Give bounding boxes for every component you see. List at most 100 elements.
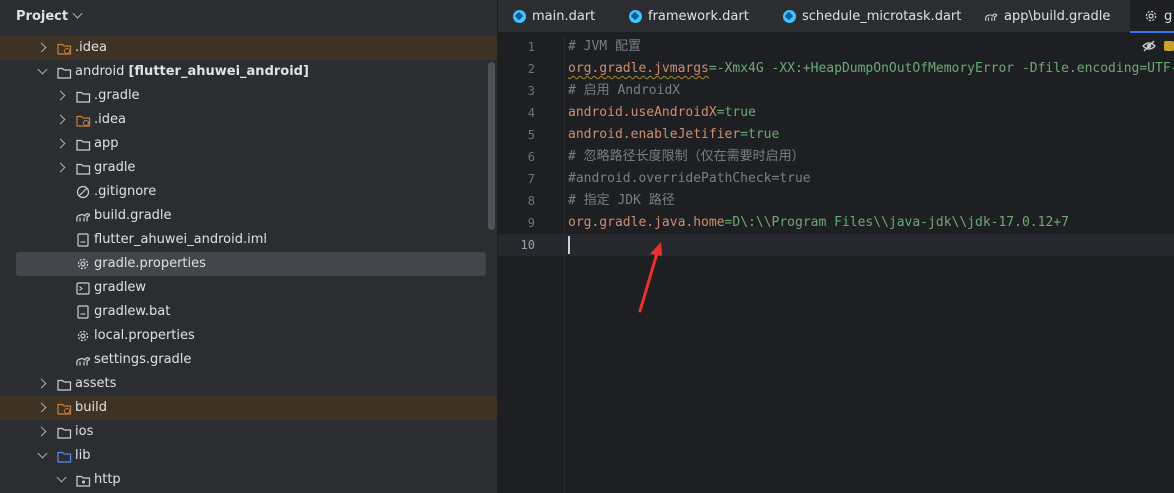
code-line[interactable]: # JVM 配置 <box>568 36 1174 58</box>
project-header[interactable]: Project <box>0 0 497 33</box>
code-comment: # 忽略路径长度限制（仅在需要时启用） <box>568 149 805 164</box>
tree-item[interactable]: ios <box>0 420 497 444</box>
chevron-right-icon[interactable] <box>57 163 67 173</box>
property-key: android.useAndroidX <box>568 105 717 120</box>
tree-item[interactable]: local.properties <box>0 324 497 348</box>
chevron-right-icon[interactable] <box>57 139 67 149</box>
property-value: =-Xmx4G -XX:+HeapDumpOnOutOfMemoryError … <box>708 61 1174 76</box>
tree-item[interactable]: .gitignore <box>0 180 497 204</box>
terminal-script-icon <box>75 280 91 296</box>
chevron-right-icon[interactable] <box>38 43 48 53</box>
tree-item-label: .gitignore <box>94 184 157 199</box>
project-title[interactable]: Project <box>16 9 68 24</box>
folder-icon <box>56 424 72 440</box>
tree-item[interactable]: .idea <box>0 36 497 60</box>
editor-tab[interactable]: schedule_microtask.dart <box>768 0 970 32</box>
chevron-down-icon[interactable] <box>57 475 67 485</box>
project-tree-scrollbar[interactable] <box>488 62 495 230</box>
chevron-down-icon[interactable] <box>38 451 48 461</box>
code-line[interactable]: # 指定 JDK 路径 <box>568 190 1174 212</box>
line-number: 8 <box>527 194 535 208</box>
tree-item-label: ios <box>75 424 94 439</box>
tree-item[interactable]: lib <box>0 444 497 468</box>
chevron-right-icon[interactable] <box>38 403 48 413</box>
gradle-elephant-icon <box>984 9 998 23</box>
code-line[interactable]: android.useAndroidX=true <box>568 102 1174 124</box>
code-line[interactable]: # 忽略路径长度限制（仅在需要时启用） <box>568 146 1174 168</box>
property-key: org.gradle.jvmargs <box>568 61 709 76</box>
editor-tab-bar: main.dart framework.dart schedule_microtas… <box>498 0 1174 33</box>
code-line[interactable]: # 启用 AndroidX <box>568 80 1174 102</box>
tree-item[interactable]: gradle.properties <box>0 252 497 276</box>
tree-item[interactable]: .gradle <box>0 84 497 108</box>
tree-item-label: gradle.properties <box>94 256 206 271</box>
tree-item[interactable]: flutter_ahuwei_android.iml <box>0 228 497 252</box>
editor-area: main.dart framework.dart schedule_microtas… <box>498 0 1174 493</box>
dart-icon <box>782 9 796 23</box>
chevron-down-icon[interactable] <box>72 8 83 19</box>
editor-tab[interactable]: main.dart <box>498 0 614 32</box>
tree-item-label: gradle <box>94 160 136 175</box>
code-comment: # 指定 JDK 路径 <box>568 193 675 208</box>
tree-item[interactable]: assets <box>0 372 497 396</box>
code-line[interactable]: org.gradle.jvmargs=-Xmx4G -XX:+HeapDumpO… <box>568 58 1174 80</box>
tree-item[interactable]: gradlew <box>0 276 497 300</box>
tree-item[interactable]: gradle <box>0 156 497 180</box>
tree-item[interactable]: gradlew.bat <box>0 300 497 324</box>
property-value: =true <box>740 127 780 142</box>
tree-item[interactable]: http <box>0 468 497 492</box>
line-number: 9 <box>527 216 535 230</box>
property-key: org.gradle.java.home <box>568 215 725 230</box>
inspection-widget[interactable] <box>1142 40 1174 56</box>
gradle-elephant-icon <box>75 208 91 224</box>
iml-file-icon <box>75 232 91 248</box>
line-number: 5 <box>527 128 535 142</box>
editor-tab-label: schedule_microtask.dart <box>802 8 962 24</box>
line-number: 2 <box>527 62 535 76</box>
code-comment: # JVM 配置 <box>568 39 641 54</box>
gutter-separator <box>564 36 565 493</box>
editor-tab[interactable]: framework.dart <box>614 0 768 32</box>
tree-item-label: build <box>75 400 107 415</box>
gitignore-icon <box>75 184 91 200</box>
tree-item-label: gradlew <box>94 280 147 295</box>
line-number: 7 <box>527 172 535 186</box>
chevron-right-icon[interactable] <box>38 427 48 437</box>
tree-item[interactable]: .idea <box>0 108 497 132</box>
tree-item[interactable]: android [flutter_ahuwei_android] <box>0 60 497 84</box>
tree-item[interactable]: build.gradle <box>0 204 497 228</box>
excluded-folder-icon <box>56 400 72 416</box>
properties-gear-icon <box>75 328 91 344</box>
tree-item-label: flutter_ahuwei_android.iml <box>94 232 268 247</box>
text-caret <box>568 236 570 254</box>
folder-icon <box>75 160 91 176</box>
code-line[interactable]: #android.overridePathCheck=true <box>568 168 1174 190</box>
tree-item[interactable]: app <box>0 132 497 156</box>
folder-icon <box>75 136 91 152</box>
tree-item-label: gradlew.bat <box>94 304 171 319</box>
eye-crossed-icon[interactable] <box>1142 40 1156 56</box>
inspection-warning-icon[interactable] <box>1164 40 1174 56</box>
chevron-right-icon[interactable] <box>57 115 67 125</box>
tree-item[interactable]: settings.gradle <box>0 348 497 372</box>
tree-item-label: lib <box>75 448 91 463</box>
code-content[interactable]: # JVM 配置 org.gradle.jvmargs=-Xmx4G -XX:+H… <box>568 36 1174 256</box>
property-key: android.enableJetifier <box>568 127 741 142</box>
chevron-right-icon[interactable] <box>57 91 67 101</box>
chevron-right-icon[interactable] <box>38 379 48 389</box>
source-folder-icon <box>56 448 72 464</box>
code-line[interactable]: org.gradle.java.home=D\:\\Program Files\… <box>568 212 1174 234</box>
code-line[interactable]: android.enableJetifier=true <box>568 124 1174 146</box>
dart-icon <box>628 9 642 23</box>
editor-tab[interactable]: g <box>1130 0 1174 33</box>
line-number: 10 <box>520 238 535 252</box>
tree-item[interactable]: build <box>0 396 497 420</box>
properties-gear-icon <box>75 256 91 272</box>
excluded-folder-icon <box>75 112 91 128</box>
project-tree: .idea android [flutter_ahuwei_android] .gr… <box>0 36 497 492</box>
editor-tab-label: app\build.gradle <box>1004 8 1111 24</box>
tree-item-label: http <box>94 472 121 487</box>
chevron-down-icon[interactable] <box>38 67 48 77</box>
editor-tab[interactable]: app\build.gradle <box>970 0 1130 32</box>
code-comment: #android.overridePathCheck=true <box>568 171 811 186</box>
